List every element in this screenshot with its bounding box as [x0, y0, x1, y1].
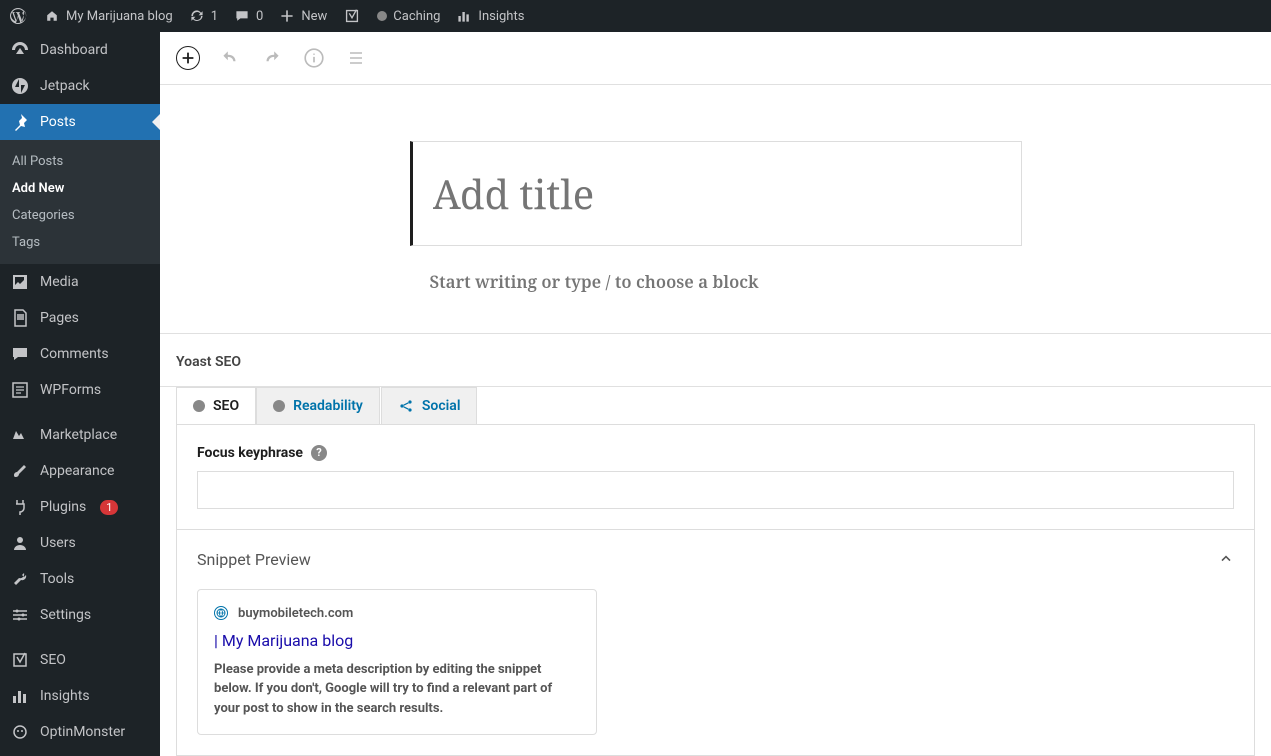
tab-seo[interactable]: SEO: [176, 387, 256, 424]
wordpress-icon: [8, 6, 28, 26]
redo-button[interactable]: [260, 46, 284, 70]
jetpack-icon: [10, 76, 30, 96]
updates[interactable]: 1: [181, 0, 226, 32]
sliders-icon: [10, 605, 30, 625]
chevron-up-icon: [1218, 551, 1234, 567]
snippet-preview-section: Snippet Preview buymobiletech.com | My M…: [176, 530, 1255, 756]
yoast-title: Yoast SEO: [176, 354, 1255, 370]
sidebar-comments[interactable]: Comments: [0, 336, 160, 372]
sidebar-appearance[interactable]: Appearance: [0, 453, 160, 489]
add-block-button[interactable]: [176, 46, 200, 70]
insights-toolbar[interactable]: Insights: [448, 0, 532, 32]
plus-icon: [179, 49, 197, 67]
sidebar-wpforms[interactable]: WPForms: [0, 372, 160, 408]
sidebar-jetpack[interactable]: Jetpack: [0, 68, 160, 104]
new-content[interactable]: New: [271, 0, 335, 32]
snippet-preview-toggle[interactable]: Snippet Preview: [197, 550, 1234, 569]
sidebar-marketplace[interactable]: Marketplace: [0, 417, 160, 453]
user-icon: [10, 533, 30, 553]
snippet-domain: buymobiletech.com: [214, 606, 580, 621]
sidebar-insights[interactable]: Insights: [0, 678, 160, 714]
post-title-input[interactable]: [433, 166, 1001, 221]
sidebar-add-new[interactable]: Add New: [0, 175, 160, 202]
comments-icon: [10, 344, 30, 364]
comments[interactable]: 0: [226, 0, 271, 32]
redo-icon: [261, 47, 283, 69]
editor-toolbar: [160, 32, 1271, 85]
marketplace-icon: [10, 425, 30, 445]
undo-button[interactable]: [218, 46, 242, 70]
seo-status-dot: [193, 400, 205, 412]
list-icon: [346, 48, 366, 68]
yoast-panel-header: Yoast SEO: [160, 334, 1271, 387]
yoast-tabs: SEO Readability Social: [176, 387, 1271, 424]
tab-social[interactable]: Social: [381, 387, 478, 424]
refresh-icon: [189, 8, 205, 24]
readability-status-dot: [273, 400, 285, 412]
focus-keyphrase-input[interactable]: [197, 471, 1234, 509]
sidebar-dashboard[interactable]: Dashboard: [0, 32, 160, 68]
media-icon: [10, 272, 30, 292]
plug-icon: [10, 497, 30, 517]
admin-sidebar: Dashboard Jetpack Posts All Posts Add Ne…: [0, 32, 160, 756]
site-name[interactable]: My Marijuana blog: [36, 0, 181, 32]
snippet-title: | My Marijuana blog: [214, 631, 580, 650]
sidebar-pages[interactable]: Pages: [0, 300, 160, 336]
wp-logo[interactable]: [0, 0, 36, 32]
globe-icon: [214, 606, 228, 620]
post-body-placeholder[interactable]: Start writing or type / to choose a bloc…: [410, 246, 1022, 293]
info-icon: [303, 47, 325, 69]
home-icon: [44, 8, 60, 24]
dashboard-icon: [10, 40, 30, 60]
snippet-description: Please provide a meta description by edi…: [214, 660, 580, 719]
insights-icon: [10, 686, 30, 706]
tab-readability[interactable]: Readability: [256, 387, 380, 424]
share-icon: [398, 398, 414, 414]
sidebar-optinmonster[interactable]: OptinMonster: [0, 714, 160, 750]
yoast-icon: [343, 7, 361, 25]
sidebar-categories[interactable]: Categories: [0, 202, 160, 229]
pin-icon: [10, 112, 30, 132]
editor-area: Start writing or type / to choose a bloc…: [160, 85, 1271, 334]
post-title-block[interactable]: [410, 141, 1022, 246]
plugins-badge: 1: [100, 500, 118, 515]
help-icon[interactable]: ?: [311, 445, 327, 461]
brush-icon: [10, 461, 30, 481]
sidebar-posts[interactable]: Posts: [0, 104, 160, 140]
wpforms-icon: [10, 380, 30, 400]
optinmonster-icon: [10, 722, 30, 742]
sidebar-tools[interactable]: Tools: [0, 561, 160, 597]
undo-icon: [219, 47, 241, 69]
caching[interactable]: Caching: [369, 0, 448, 32]
sidebar-posts-submenu: All Posts Add New Categories Tags: [0, 140, 160, 264]
plus-icon: [279, 8, 295, 24]
snippet-card: buymobiletech.com | My Marijuana blog Pl…: [197, 589, 597, 736]
sidebar-plugins[interactable]: Plugins1: [0, 489, 160, 525]
wrench-icon: [10, 569, 30, 589]
info-button[interactable]: [302, 46, 326, 70]
comment-icon: [234, 8, 250, 24]
sidebar-media[interactable]: Media: [0, 264, 160, 300]
pages-icon: [10, 308, 30, 328]
sidebar-users[interactable]: Users: [0, 525, 160, 561]
caching-dot-icon: [377, 11, 387, 21]
sidebar-seo[interactable]: SEO: [0, 642, 160, 678]
sidebar-all-posts[interactable]: All Posts: [0, 148, 160, 175]
outline-button[interactable]: [344, 46, 368, 70]
admin-toolbar: My Marijuana blog 1 0 New Caching Insigh…: [0, 0, 1271, 32]
sidebar-settings[interactable]: Settings: [0, 597, 160, 633]
yoast-seo-icon: [10, 650, 30, 670]
focus-keyphrase-label: Focus keyphrase?: [197, 445, 1234, 461]
main-content: Start writing or type / to choose a bloc…: [160, 32, 1271, 756]
sidebar-tags[interactable]: Tags: [0, 229, 160, 256]
focus-keyphrase-panel: Focus keyphrase?: [176, 424, 1255, 530]
yoast-toolbar[interactable]: [335, 0, 369, 32]
chart-icon: [456, 8, 472, 24]
